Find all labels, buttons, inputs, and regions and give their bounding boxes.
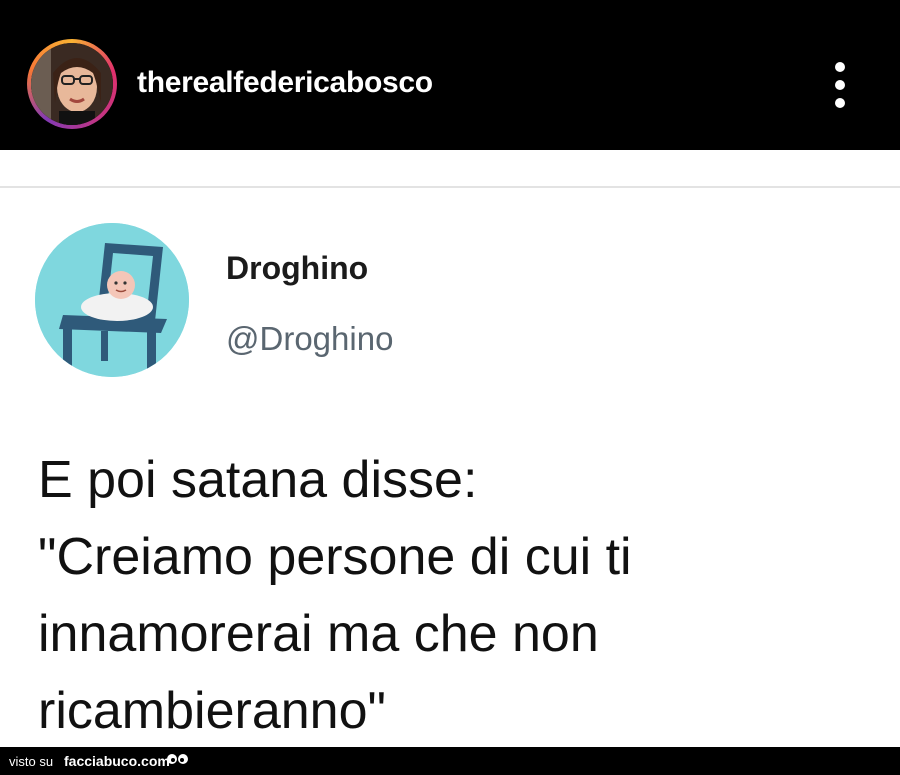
tweet-line: "Creiamo persone di cui ti: [38, 528, 632, 586]
watermark-bar: visto su facciabuco.com: [0, 747, 900, 775]
tweet-author-name[interactable]: Droghino: [226, 250, 368, 287]
eyes-icon: [166, 752, 190, 773]
tweet-author-handle[interactable]: @Droghino: [226, 320, 393, 358]
tweet-line: ricambieranno": [38, 682, 386, 740]
watermark-prefix: visto su: [9, 754, 54, 769]
profile-avatar[interactable]: [31, 43, 113, 125]
post-image: Droghino @Droghino E poi satana disse: "…: [0, 150, 900, 747]
baby-on-chair-icon: [35, 223, 189, 377]
account-username[interactable]: therealfedericabosco: [137, 66, 433, 100]
watermark-site[interactable]: facciabuco.com: [64, 753, 170, 769]
instagram-header: therealfedericabosco: [0, 0, 900, 150]
divider: [0, 186, 900, 188]
story-ring[interactable]: [27, 39, 117, 129]
tweet-line: innamorerai ma che non: [38, 605, 599, 663]
tweet-line: E poi satana disse:: [38, 451, 478, 509]
tweet-text: E poi satana disse: "Creiamo persone di …: [38, 442, 878, 750]
vertical-dots-icon[interactable]: [826, 62, 854, 108]
